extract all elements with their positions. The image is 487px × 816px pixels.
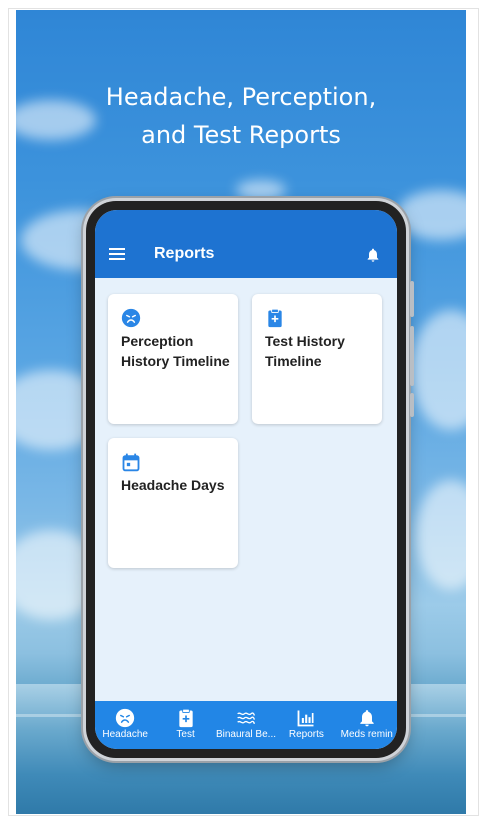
- hamburger-menu-icon[interactable]: [109, 248, 125, 260]
- poster-headline: Headache, Perception, and Test Reports: [16, 78, 466, 154]
- nav-label: Test: [176, 729, 195, 740]
- waves-icon: [237, 712, 255, 724]
- phone-screen: Reports Perception History Timeline Test…: [95, 210, 397, 749]
- card-label: Perception History Timeline: [121, 333, 230, 369]
- bell-icon[interactable]: [365, 246, 381, 264]
- card-label: Headache Days: [121, 477, 225, 493]
- nav-item-binaural-beats[interactable]: Binaural Be...: [216, 701, 276, 740]
- nav-label: Binaural Be...: [215, 729, 276, 740]
- headline-line-2: and Test Reports: [141, 121, 341, 149]
- calendar-icon: [122, 453, 140, 472]
- bar-chart-icon: [297, 710, 314, 727]
- phone-power-button: [410, 393, 414, 417]
- headline-line-1: Headache, Perception,: [105, 83, 377, 111]
- phone-mockup: Reports Perception History Timeline Test…: [86, 201, 414, 758]
- clipboard-plus-icon: [268, 308, 282, 328]
- phone-volume-button: [410, 326, 414, 386]
- card-test-history-timeline[interactable]: Test History Timeline: [252, 294, 382, 424]
- nav-label: Headache: [102, 729, 148, 740]
- card-headache-days[interactable]: Headache Days: [108, 438, 238, 568]
- app-bar: Reports: [95, 210, 397, 278]
- bottom-navigation: Headache Test Binaural Be... Reports Med…: [95, 701, 397, 749]
- sad-face-icon: [116, 708, 135, 728]
- nav-item-headache[interactable]: Headache: [95, 701, 155, 740]
- nav-item-reports[interactable]: Reports: [276, 701, 336, 740]
- bell-icon: [360, 710, 374, 727]
- app-bar-title: Reports: [154, 245, 215, 262]
- phone-side-button: [410, 281, 414, 317]
- nav-label: Meds remin: [340, 729, 393, 740]
- clipboard-plus-icon: [178, 708, 193, 728]
- nav-item-test[interactable]: Test: [156, 701, 216, 740]
- nav-item-meds-reminder[interactable]: Meds remin: [337, 701, 397, 740]
- card-label: Test History Timeline: [265, 333, 345, 369]
- card-perception-history-timeline[interactable]: Perception History Timeline: [108, 294, 238, 424]
- nav-label: Reports: [288, 729, 324, 740]
- sad-face-icon: [121, 308, 141, 328]
